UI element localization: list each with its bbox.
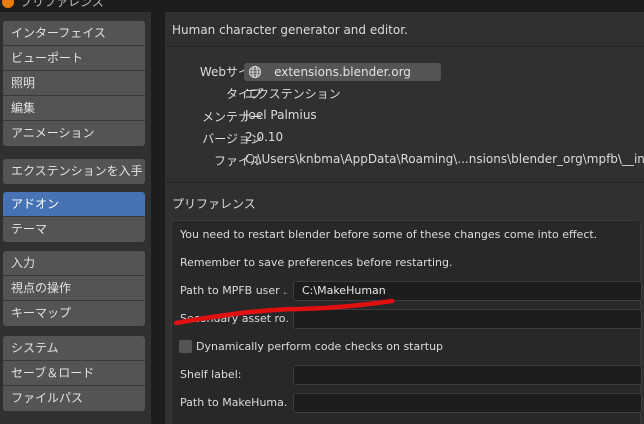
type-value: エクステンション xyxy=(245,87,341,101)
title-bar: プリファレンス xyxy=(0,0,644,12)
preferences-sidebar: インターフェイス ビューポート 照明 編集 アニメーション エクステンションを入… xyxy=(0,12,151,424)
nav-item-interface[interactable]: インターフェイス xyxy=(3,21,145,46)
nav-item-input[interactable]: 入力 xyxy=(3,251,145,276)
website-link-text: extensions.blender.org xyxy=(274,65,411,79)
restart-note: You need to restart blender before some … xyxy=(180,228,598,241)
nav-item-editing[interactable]: 編集 xyxy=(3,96,145,121)
nav-item-save-load[interactable]: セーブ＆ロード xyxy=(3,361,145,386)
nav-item-navigation[interactable]: 視点の操作 xyxy=(3,276,145,301)
info-row-version: バージョン 2.0.10 xyxy=(165,127,644,149)
divider xyxy=(165,46,644,47)
info-row-type: タイプ エクステンション xyxy=(165,82,644,104)
nav-item-animation[interactable]: アニメーション xyxy=(3,121,145,146)
nav-item-system[interactable]: システム xyxy=(3,336,145,361)
secondary-asset-root-label: Secondary asset ro... xyxy=(180,312,288,325)
website-link-button[interactable]: extensions.blender.org xyxy=(244,63,441,81)
nav-item-viewport[interactable]: ビューポート xyxy=(3,46,145,71)
nav-group-input: 入力 視点の操作 キーマップ xyxy=(3,251,145,326)
makehuman-path-label: Path to MakeHuma... xyxy=(180,396,288,409)
makehuman-path-field[interactable] xyxy=(293,393,642,413)
preferences-heading: プリファレンス xyxy=(172,197,256,211)
nav-group-system: システム セーブ＆ロード ファイルパス xyxy=(3,336,145,411)
save-note: Remember to save preferences before rest… xyxy=(180,256,453,269)
mpfb-user-path-label: Path to MPFB user ... xyxy=(180,284,288,297)
addon-details-panel: Human character generator and editor. We… xyxy=(165,12,644,424)
maintainer-value: Joel Palmius xyxy=(245,108,317,122)
shelf-label-label: Shelf label: xyxy=(180,368,242,381)
secondary-asset-root-field[interactable] xyxy=(293,309,642,329)
window-title: プリファレンス xyxy=(20,0,104,9)
nav-item-themes[interactable]: テーマ xyxy=(3,217,145,242)
nav-group-get-extensions: エクステンションを入手 xyxy=(3,159,145,184)
nav-item-get-extensions[interactable]: エクステンションを入手 xyxy=(3,159,145,184)
addon-preferences-box: You need to restart blender before some … xyxy=(171,220,642,424)
nav-item-keymap[interactable]: キーマップ xyxy=(3,301,145,326)
info-row-file: ファイル C:\Users\knbma\AppData\Roaming\...n… xyxy=(165,149,644,171)
code-checks-label: Dynamically perform code checks on start… xyxy=(196,340,444,353)
info-row-maintainer: メンテナー Joel Palmius xyxy=(165,105,644,127)
shelf-label-field[interactable] xyxy=(293,365,642,385)
mpfb-user-path-field[interactable]: C:\MakeHuman xyxy=(293,281,642,301)
file-path-value: C:\Users\knbma\AppData\Roaming\...nsions… xyxy=(245,152,644,166)
version-value: 2.0.10 xyxy=(245,130,284,144)
area-splitter[interactable] xyxy=(151,12,165,424)
blender-logo-icon xyxy=(2,0,14,8)
nav-group-interface: インターフェイス ビューポート 照明 編集 アニメーション xyxy=(3,21,145,146)
nav-group-addons: アドオン テーマ xyxy=(3,192,145,242)
nav-item-addons[interactable]: アドオン xyxy=(3,192,145,217)
divider xyxy=(165,182,644,183)
code-checks-checkbox[interactable] xyxy=(179,340,192,353)
addon-description: Human character generator and editor. xyxy=(172,23,408,37)
nav-item-lighting[interactable]: 照明 xyxy=(3,71,145,96)
nav-item-file-paths[interactable]: ファイルパス xyxy=(3,386,145,411)
